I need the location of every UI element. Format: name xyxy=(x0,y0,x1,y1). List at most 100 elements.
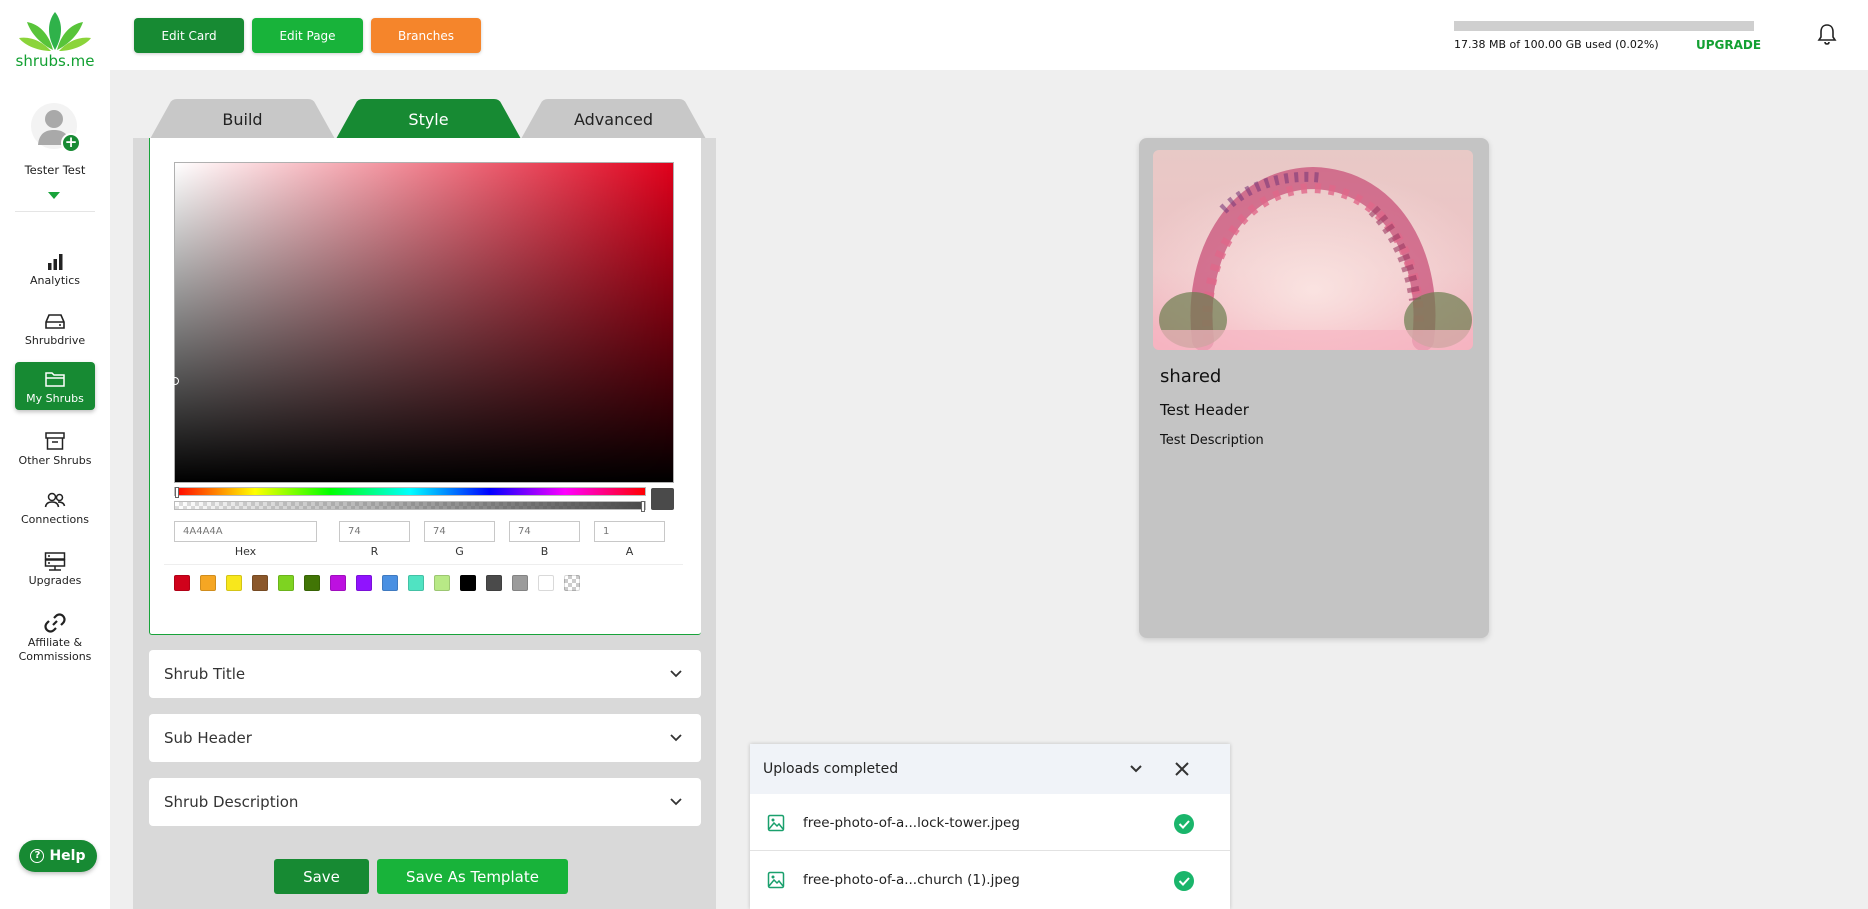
upload-file-name: free-photo-of-a...lock-tower.jpeg xyxy=(803,815,1020,831)
users-icon xyxy=(44,492,66,508)
link-icon xyxy=(44,613,66,633)
hex-input[interactable]: 4A4A4A xyxy=(174,521,317,542)
sidebar-item-other-shrubs[interactable]: Other Shrubs xyxy=(15,424,95,472)
edit-page-button[interactable]: Edit Page xyxy=(252,18,363,53)
success-check-icon xyxy=(1174,814,1194,834)
card-description: Test Description xyxy=(1160,433,1264,448)
bell-icon[interactable] xyxy=(1816,22,1838,46)
color-swatch[interactable] xyxy=(486,575,502,591)
bar-chart-icon xyxy=(48,254,63,270)
chevron-down-icon[interactable] xyxy=(1128,761,1144,777)
tab-style[interactable]: Style xyxy=(336,99,521,139)
save-button[interactable]: Save xyxy=(274,859,369,894)
hue-slider-handle[interactable] xyxy=(175,487,179,498)
add-avatar-icon[interactable]: + xyxy=(61,133,81,153)
color-cursor[interactable] xyxy=(171,377,179,385)
success-check-icon xyxy=(1174,871,1194,891)
accordion-label: Sub Header xyxy=(164,729,252,747)
sidebar-divider xyxy=(15,211,95,212)
help-button[interactable]: ? Help xyxy=(19,840,97,872)
green-label: G xyxy=(455,545,464,558)
upgrade-link[interactable]: UPGRADE xyxy=(1696,38,1761,52)
card-header: Test Header xyxy=(1160,401,1249,419)
drive-icon xyxy=(45,314,65,329)
color-swatch[interactable] xyxy=(304,575,320,591)
image-file-icon xyxy=(767,814,785,832)
green-input[interactable]: 74 xyxy=(424,521,495,542)
color-swatch[interactable] xyxy=(382,575,398,591)
question-icon: ? xyxy=(30,849,45,863)
sidebar-item-label: Analytics xyxy=(30,274,80,287)
avatar[interactable]: + xyxy=(31,103,81,153)
sidebar-item-label: Other Shrubs xyxy=(18,454,92,467)
accordion-shrub-description[interactable]: Shrub Description xyxy=(149,778,701,826)
image-file-icon xyxy=(767,871,785,889)
user-menu-chevron-icon[interactable] xyxy=(48,192,60,199)
color-swatch[interactable] xyxy=(226,575,242,591)
brand-logo[interactable]: shrubs.me xyxy=(14,10,96,72)
uploads-title: Uploads completed xyxy=(763,761,899,777)
alpha-slider-handle[interactable] xyxy=(641,501,645,512)
card-preview[interactable]: shared Test Header Test Description xyxy=(1139,138,1489,638)
sidebar-item-label: Upgrades xyxy=(28,574,82,587)
tab-label: Style xyxy=(408,109,449,129)
color-swatch[interactable] xyxy=(330,575,346,591)
branches-button[interactable]: Branches xyxy=(371,18,481,53)
edit-card-button[interactable]: Edit Card xyxy=(134,18,244,53)
upload-item: free-photo-of-a...church (1).jpeg xyxy=(750,851,1230,909)
tab-label: Advanced xyxy=(573,109,654,129)
sidebar-item-analytics[interactable]: Analytics xyxy=(15,244,95,292)
sidebar-item-connections[interactable]: Connections xyxy=(15,483,95,531)
color-swatch[interactable] xyxy=(512,575,528,591)
accordion-sub-header[interactable]: Sub Header xyxy=(149,714,701,762)
color-swatch[interactable] xyxy=(356,575,372,591)
alpha-label: A xyxy=(625,545,634,558)
color-swatch[interactable] xyxy=(200,575,216,591)
sidebar-item-shrubdrive[interactable]: Shrubdrive xyxy=(15,304,95,352)
uploads-panel: Uploads completed free-photo-of-a...lock… xyxy=(750,744,1230,909)
red-input[interactable]: 74 xyxy=(339,521,410,542)
chevron-down-icon xyxy=(670,734,682,742)
swatch-divider xyxy=(164,564,683,565)
hue-slider[interactable] xyxy=(174,487,646,498)
archive-icon xyxy=(45,432,65,450)
color-swatch[interactable] xyxy=(564,575,580,591)
color-swatch[interactable] xyxy=(434,575,450,591)
sidebar-item-my-shrubs[interactable]: My Shrubs xyxy=(15,362,95,410)
color-saturation-area[interactable] xyxy=(171,162,674,483)
red-label: R xyxy=(370,545,379,558)
sidebar-item-upgrades[interactable]: Upgrades xyxy=(15,544,95,592)
brand-name: shrubs.me xyxy=(15,52,95,70)
sidebar: shrubs.me + Tester Test Analytics Shrubd… xyxy=(0,0,110,909)
blue-label: B xyxy=(540,545,549,558)
color-swatch[interactable] xyxy=(252,575,268,591)
tab-advanced[interactable]: Advanced xyxy=(521,99,706,139)
color-swatch[interactable] xyxy=(538,575,554,591)
flower-arch-image xyxy=(1153,150,1473,350)
sidebar-item-affiliate[interactable]: Affiliate & Commissions xyxy=(15,606,95,666)
accordion-label: Shrub Description xyxy=(164,793,299,811)
alpha-slider[interactable] xyxy=(174,501,646,512)
color-preview-swatch xyxy=(651,488,674,510)
color-swatch[interactable] xyxy=(174,575,190,591)
color-swatch[interactable] xyxy=(278,575,294,591)
close-icon[interactable] xyxy=(1172,759,1192,779)
card-title: shared xyxy=(1160,366,1222,387)
upload-item: free-photo-of-a...lock-tower.jpeg xyxy=(750,794,1230,852)
accordion-shrub-title[interactable]: Shrub Title xyxy=(149,650,701,698)
color-swatch[interactable] xyxy=(460,575,476,591)
accordion-label: Shrub Title xyxy=(164,665,246,683)
server-icon xyxy=(44,552,66,571)
alpha-input[interactable]: 1 xyxy=(594,521,665,542)
uploads-header: Uploads completed xyxy=(750,744,1230,794)
chevron-down-icon xyxy=(670,798,682,806)
color-swatch[interactable] xyxy=(408,575,424,591)
sidebar-item-label: My Shrubs xyxy=(26,392,84,405)
leaf-logo-icon xyxy=(19,12,91,51)
sidebar-item-label: Connections xyxy=(21,513,89,526)
top-bar: Edit Card Edit Page Branches xyxy=(110,0,1868,70)
save-as-template-button[interactable]: Save As Template xyxy=(377,859,568,894)
tab-build[interactable]: Build xyxy=(150,99,335,139)
chevron-down-icon xyxy=(670,670,682,678)
blue-input[interactable]: 74 xyxy=(509,521,580,542)
